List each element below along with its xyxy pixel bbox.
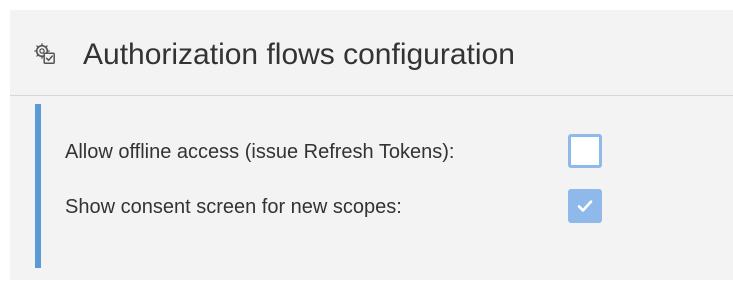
consent-screen-label: Show consent screen for new scopes: (65, 196, 402, 218)
panel-header: Authorization flows configuration (10, 10, 733, 96)
section-accent-bar (35, 104, 41, 268)
checkmark-icon (577, 200, 593, 212)
offline-access-checkbox[interactable] (568, 134, 602, 168)
offline-access-setting: Allow offline access (issue Refresh Toke… (65, 132, 705, 172)
authorization-flows-panel: Authorization flows configuration Allow … (10, 10, 733, 280)
consent-screen-setting: Show consent screen for new scopes: (65, 187, 705, 227)
consent-screen-checkbox[interactable] (568, 189, 602, 223)
offline-access-label: Allow offline access (issue Refresh Toke… (65, 141, 455, 163)
gear-checklist-icon (34, 43, 56, 65)
page-title: Authorization flows configuration (83, 38, 515, 71)
settings-section: Allow offline access (issue Refresh Toke… (10, 102, 733, 272)
